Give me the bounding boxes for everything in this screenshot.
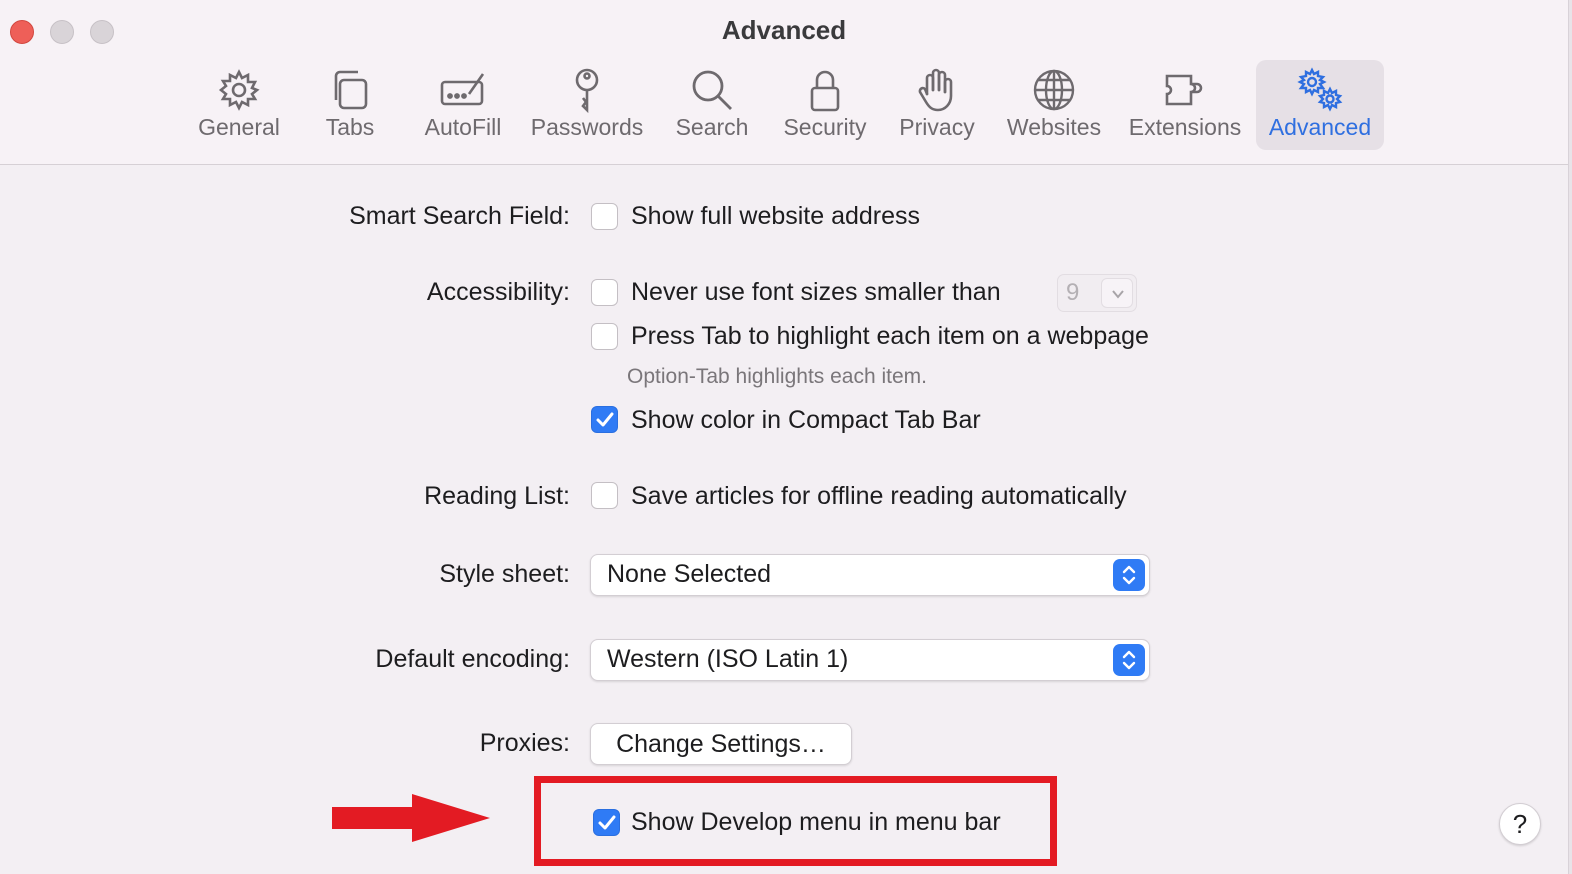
annotation-arrow-icon xyxy=(332,794,490,842)
tab-label: Tabs xyxy=(325,114,375,140)
window-title: Advanced xyxy=(721,15,847,45)
style-sheet-value: None Selected xyxy=(607,560,772,588)
tab-autofill[interactable]: AutoFill xyxy=(416,60,510,150)
save-offline-label[interactable]: Save articles for offline reading automa… xyxy=(631,482,1127,511)
save-offline-checkbox[interactable] xyxy=(591,482,618,509)
checkmark-icon xyxy=(596,412,614,427)
tab-advanced[interactable]: Advanced xyxy=(1256,60,1384,150)
tab-label: Privacy xyxy=(899,114,975,140)
safari-settings-window: Advanced General Tabs AutoFill Passwords… xyxy=(0,0,1569,874)
title-bar: Advanced General Tabs AutoFill Passwords… xyxy=(0,0,1568,165)
autofill-icon xyxy=(439,66,487,114)
tab-label: Passwords xyxy=(530,114,644,140)
proxies-label: Proxies: xyxy=(479,729,570,757)
puzzle-icon xyxy=(1161,66,1209,114)
tab-label: Security xyxy=(783,114,867,140)
show-full-address-checkbox[interactable] xyxy=(591,203,618,230)
smart-search-label: Smart Search Field: xyxy=(349,202,570,230)
search-icon xyxy=(688,66,736,114)
option-tab-hint: Option-Tab highlights each item. xyxy=(627,365,927,388)
show-color-checkbox[interactable] xyxy=(591,406,618,433)
key-icon xyxy=(563,66,611,114)
annotation-highlight-box xyxy=(534,776,1057,866)
lock-icon xyxy=(801,66,849,114)
min-font-size-value: 9 xyxy=(1066,279,1080,306)
change-settings-button[interactable]: Change Settings… xyxy=(590,723,852,765)
default-encoding-value: Western (ISO Latin 1) xyxy=(607,645,849,673)
chevron-down-icon[interactable] xyxy=(1101,278,1133,308)
tab-search[interactable]: Search xyxy=(668,60,756,150)
style-sheet-label: Style sheet: xyxy=(439,560,570,588)
tab-label: General xyxy=(198,114,280,140)
accessibility-label: Accessibility: xyxy=(426,278,570,306)
style-sheet-popup[interactable]: None Selected xyxy=(590,554,1150,596)
tab-passwords[interactable]: Passwords xyxy=(528,60,646,150)
globe-icon xyxy=(1030,66,1078,114)
gear-icon xyxy=(215,66,263,114)
min-font-size-checkbox[interactable] xyxy=(591,279,618,306)
tab-general[interactable]: General xyxy=(190,60,288,150)
gears-icon xyxy=(1296,66,1344,114)
min-font-size-select[interactable]: 9 xyxy=(1057,274,1137,312)
tab-security[interactable]: Security xyxy=(776,60,874,150)
show-color-label[interactable]: Show color in Compact Tab Bar xyxy=(631,406,981,435)
reading-list-label: Reading List: xyxy=(424,482,570,510)
tab-label: Websites xyxy=(1006,114,1102,140)
hand-icon xyxy=(913,66,961,114)
tab-label: Extensions xyxy=(1128,114,1242,140)
default-encoding-label: Default encoding: xyxy=(375,645,570,673)
tab-extensions[interactable]: Extensions xyxy=(1124,60,1246,150)
tab-label: AutoFill xyxy=(424,114,502,140)
tabs-icon xyxy=(326,66,374,114)
help-button[interactable]: ? xyxy=(1499,803,1541,845)
min-font-size-label[interactable]: Never use font sizes smaller than xyxy=(631,278,1001,307)
tab-label: Advanced xyxy=(1268,114,1372,140)
tab-tabs[interactable]: Tabs xyxy=(306,60,394,150)
tab-privacy[interactable]: Privacy xyxy=(892,60,982,150)
default-encoding-popup[interactable]: Western (ISO Latin 1) xyxy=(590,639,1150,681)
up-down-chevron-icon xyxy=(1113,644,1145,676)
press-tab-checkbox[interactable] xyxy=(591,323,618,350)
up-down-chevron-icon xyxy=(1113,559,1145,591)
show-full-address-label[interactable]: Show full website address xyxy=(631,202,920,231)
press-tab-label[interactable]: Press Tab to highlight each item on a we… xyxy=(631,322,1149,351)
tab-label: Search xyxy=(675,114,749,140)
tab-websites[interactable]: Websites xyxy=(1002,60,1106,150)
